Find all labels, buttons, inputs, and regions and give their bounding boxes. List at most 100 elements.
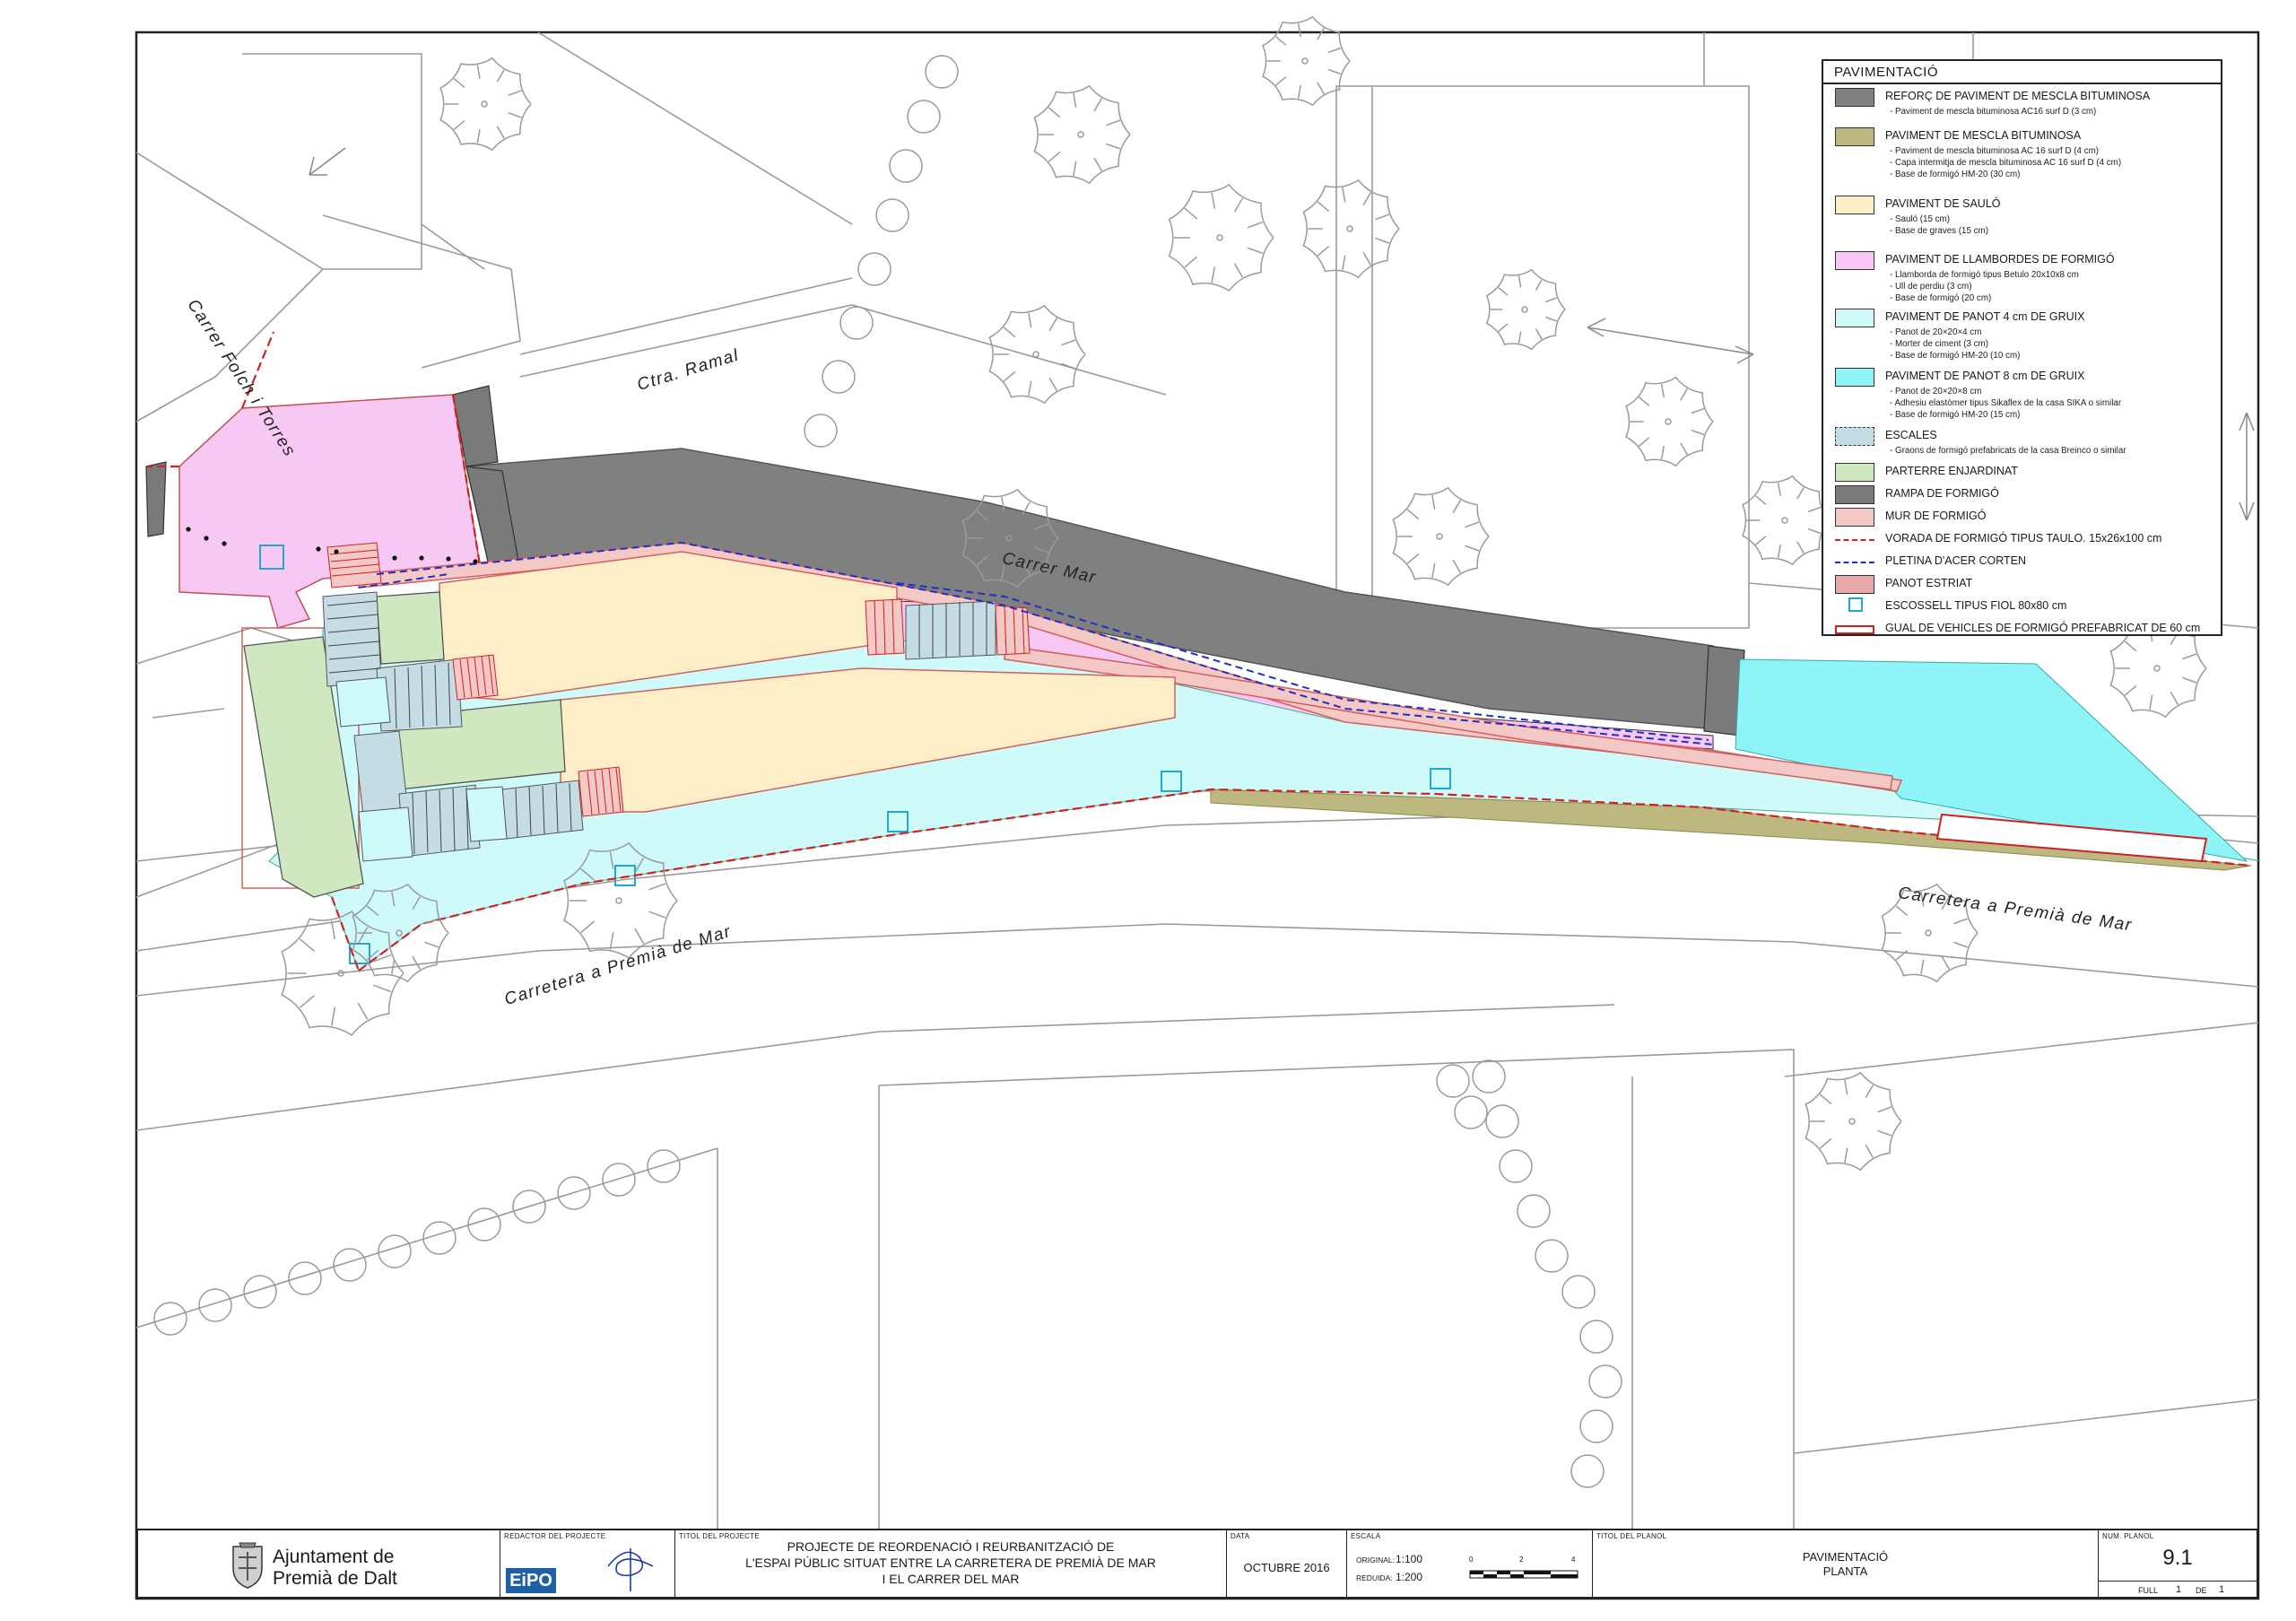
- tree-branch: [1452, 500, 1462, 514]
- tree-branch: [453, 78, 465, 89]
- shrub: [1570, 1454, 1605, 1488]
- legend-item-label: PLETINA D'ACER CORTEN: [1885, 554, 2027, 567]
- shrub: [1436, 1064, 1470, 1098]
- tree-branch: [1691, 407, 1705, 414]
- tree-trunk: [1665, 418, 1672, 425]
- shrub: [1561, 1275, 1596, 1309]
- tree-branch: [1406, 553, 1420, 564]
- legend-item-label: PANOT ESTRIAT: [1885, 577, 1973, 589]
- tree-branch: [1465, 545, 1480, 552]
- tree-branch: [1247, 247, 1264, 255]
- tree-branch: [330, 920, 336, 940]
- tree-trunk: [1216, 234, 1223, 241]
- project-cell: TITOL DEL PROJECTE PROJECTE DE REORDENAC…: [675, 1530, 1227, 1597]
- legend-item-note: - Base de formigó (20 cm): [1890, 293, 1992, 303]
- legend-item-note: - Panot de 20×20×4 cm: [1890, 327, 1982, 337]
- tree-branch: [1431, 494, 1436, 510]
- tree-branch: [1865, 1085, 1874, 1099]
- tree-trunk: [615, 897, 622, 904]
- signature-icon: [607, 1548, 654, 1591]
- plan-title-line1: PAVIMENTACIÓ: [1802, 1550, 1889, 1564]
- tree-trunk: [1848, 1118, 1856, 1125]
- legend-color-swatch: [1835, 575, 1874, 594]
- legend-color-swatch: [1835, 485, 1874, 504]
- tree-branch: [357, 1002, 369, 1020]
- tree-branch: [1535, 279, 1543, 291]
- tree-branch: [1297, 22, 1301, 38]
- tree-branch: [1317, 27, 1325, 40]
- shrub: [467, 1207, 501, 1242]
- tree-branch: [1093, 98, 1103, 112]
- shrub: [1588, 1364, 1622, 1399]
- legend-item-note: - Paviment de mescla bituminosa AC16 sur…: [1890, 107, 2097, 117]
- scale-cell: ESCALA ORIGINAL: 1:100 REDUIDA: 1:200 0 …: [1347, 1530, 1593, 1597]
- legend-color-swatch: [1835, 368, 1874, 387]
- legend-color-swatch: [1835, 127, 1874, 146]
- tree-branch: [496, 126, 505, 139]
- tree-branch: [2182, 676, 2197, 684]
- tree-branch: [1375, 237, 1390, 244]
- tree-branch: [1048, 377, 1058, 391]
- shrub: [839, 306, 874, 340]
- tree-branch: [648, 883, 666, 891]
- tree-branch: [1211, 192, 1216, 209]
- shrub: [288, 1261, 322, 1295]
- tree-branch: [508, 90, 522, 96]
- tree-branch: [1691, 429, 1705, 436]
- tree-branch: [1953, 918, 1969, 925]
- project-title-line1: PROJECTE DE REORDENACIÓ I REURBANITZACIÓ…: [787, 1539, 1115, 1554]
- tree-branch: [1807, 527, 1822, 535]
- legend-item-note: - Base de graves (15 cm): [1890, 226, 1988, 236]
- tree-branch: [1003, 327, 1016, 338]
- tree-branch: [476, 65, 481, 79]
- tree-branch: [1327, 68, 1342, 75]
- tree-branch: [1211, 266, 1216, 283]
- tree-branch: [1362, 192, 1372, 206]
- legend-color-swatch: [1835, 196, 1874, 214]
- tree-branch: [1317, 245, 1330, 257]
- redactor-cell: REDACTOR DEL PROJECTE EiPO: [500, 1530, 675, 1597]
- tree-trunk: [2153, 665, 2161, 672]
- sheet-of-label: DE: [2196, 1586, 2207, 1595]
- legend-tree-pit-swatch: [1848, 597, 1863, 612]
- legend-item-note: - Base de formigó HM-20 (10 cm): [1890, 351, 2021, 361]
- scale-reduced-label: REDUIDA:: [1356, 1573, 1393, 1582]
- legend-color-swatch: [1835, 508, 1874, 527]
- tree-branch: [1638, 397, 1650, 406]
- shrub: [907, 100, 941, 134]
- shrub: [1454, 1095, 1488, 1129]
- tree-branch: [1660, 383, 1665, 398]
- tree-branch: [1660, 445, 1665, 460]
- legend-crossing-swatch: [1835, 625, 1874, 634]
- tree-branch: [1233, 197, 1244, 213]
- tree-branch: [330, 1007, 336, 1026]
- tree-branch: [1048, 151, 1061, 162]
- client-name-line1: Ajuntament de: [273, 1547, 395, 1567]
- tree-branch: [1317, 201, 1330, 213]
- client-name-line2: Premià de Dalt: [273, 1568, 397, 1589]
- legend-color-swatch: [1835, 88, 1874, 107]
- legend-item-label: ESCOSSELL TIPUS FIOL 80x80 cm: [1885, 599, 2067, 612]
- tree-branch: [1545, 297, 1558, 303]
- scale-tick-4: 4: [1571, 1556, 1576, 1564]
- sheet-number: 1: [2176, 1584, 2182, 1595]
- legend-item-label: PAVIMENT DE PANOT 8 cm DE GRUIX: [1885, 370, 2085, 382]
- date-value: OCTUBRE 2016: [1243, 1561, 1330, 1574]
- legend-item-note: - Panot de 20×20×8 cm: [1890, 387, 1982, 397]
- tree-branch: [1819, 1137, 1832, 1149]
- scale-reduced-value: 1:200: [1396, 1571, 1423, 1583]
- tree-branch: [476, 129, 481, 144]
- shrub: [857, 252, 891, 286]
- shrub: [1535, 1239, 1569, 1273]
- shrub: [647, 1149, 681, 1183]
- plan-number: 9.1: [2162, 1546, 2193, 1570]
- title-block: Ajuntament de Premià de Dalt REDACTOR DE…: [136, 1529, 2258, 1599]
- shrub: [822, 360, 856, 394]
- scale-bar: [1469, 1570, 1578, 1579]
- date-cell: DATA OCTUBRE 2016: [1227, 1530, 1347, 1597]
- tree-branch: [1680, 388, 1688, 401]
- tree-branch: [580, 920, 596, 934]
- shrub: [804, 414, 838, 448]
- tree-branch: [1844, 1147, 1848, 1163]
- plan-title-caption: TITOL DEL PLANOL: [1596, 1532, 1667, 1540]
